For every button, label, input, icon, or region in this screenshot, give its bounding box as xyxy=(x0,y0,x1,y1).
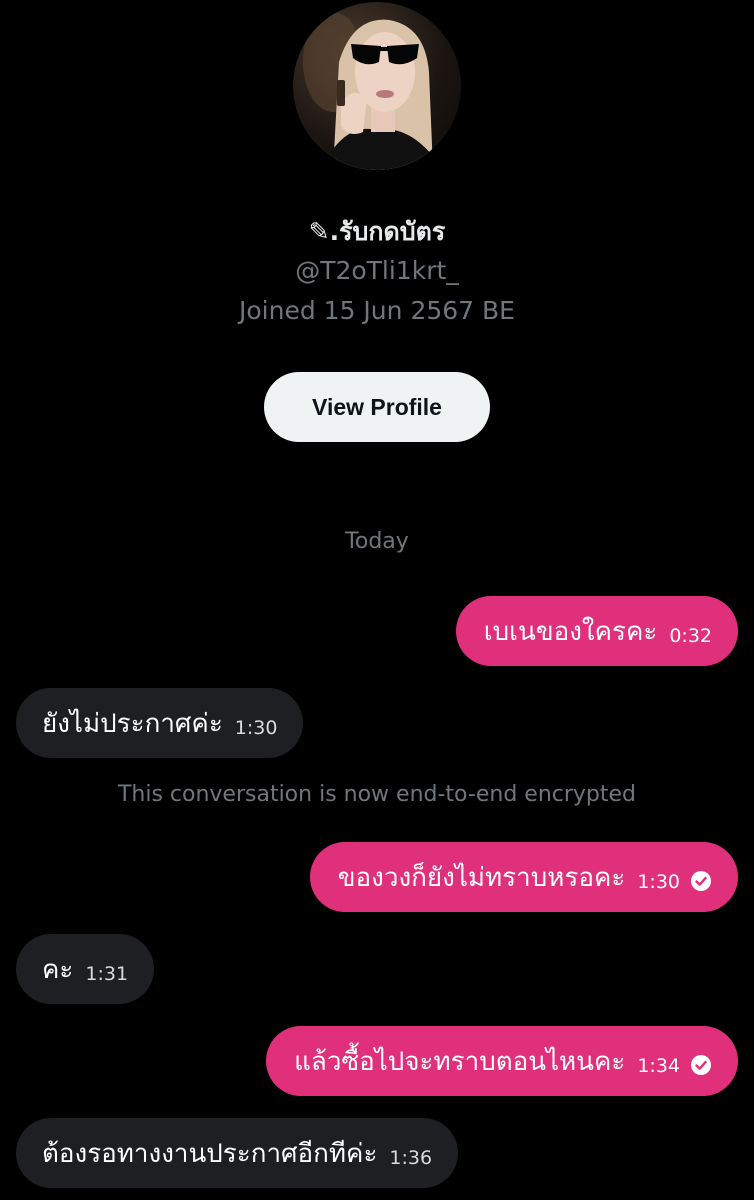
message-bubble-incoming[interactable]: คะ 1:31 xyxy=(16,934,155,1004)
message-text: เบเนของใครคะ xyxy=(483,616,658,647)
profile-joined-date: Joined 15 Jun 2567 BE xyxy=(239,296,515,325)
message-time: 1:36 xyxy=(389,1147,433,1169)
avatar-image xyxy=(303,12,443,170)
message-bubble-incoming[interactable]: ต้องรอทางงานประกาศอีกทีค่ะ 1:36 xyxy=(16,1118,459,1188)
check-circle-icon xyxy=(691,871,711,891)
message-bubble-outgoing[interactable]: แล้วซื้อไปจะทราบตอนไหนคะ 1:34 xyxy=(266,1026,738,1096)
message-time: 0:32 xyxy=(669,625,712,647)
profile-avatar[interactable] xyxy=(293,2,461,170)
date-separator: Today xyxy=(345,529,409,554)
message-time: 1:30 xyxy=(234,717,278,739)
view-profile-button[interactable]: View Profile xyxy=(264,372,490,442)
check-circle-icon xyxy=(691,1055,711,1075)
message-text: ของวงก็ยังไม่ทราบหรอคะ xyxy=(337,862,626,893)
message-time: 1:30 xyxy=(637,871,680,893)
message-text: แล้วซื้อไปจะทราบตอนไหนคะ xyxy=(294,1046,626,1077)
message-text: คะ xyxy=(42,954,74,985)
profile-display-name: ✎.รับกดบัตร xyxy=(308,217,446,246)
message-time: 1:34 xyxy=(637,1055,680,1077)
message-bubble-incoming[interactable]: ยังไม่ประกาศค่ะ 1:30 xyxy=(16,688,304,758)
message-text: ต้องรอทางงานประกาศอีกทีค่ะ xyxy=(42,1138,378,1169)
message-bubble-outgoing[interactable]: ของวงก็ยังไม่ทราบหรอคะ 1:30 xyxy=(309,842,738,912)
profile-handle: @T2oTli1krt_ xyxy=(295,256,459,285)
message-text: ยังไม่ประกาศค่ะ xyxy=(42,708,223,739)
encryption-notice: This conversation is now end-to-end encr… xyxy=(117,782,637,807)
message-bubble-outgoing[interactable]: เบเนของใครคะ 0:32 xyxy=(455,596,738,666)
message-time: 1:31 xyxy=(85,963,129,985)
